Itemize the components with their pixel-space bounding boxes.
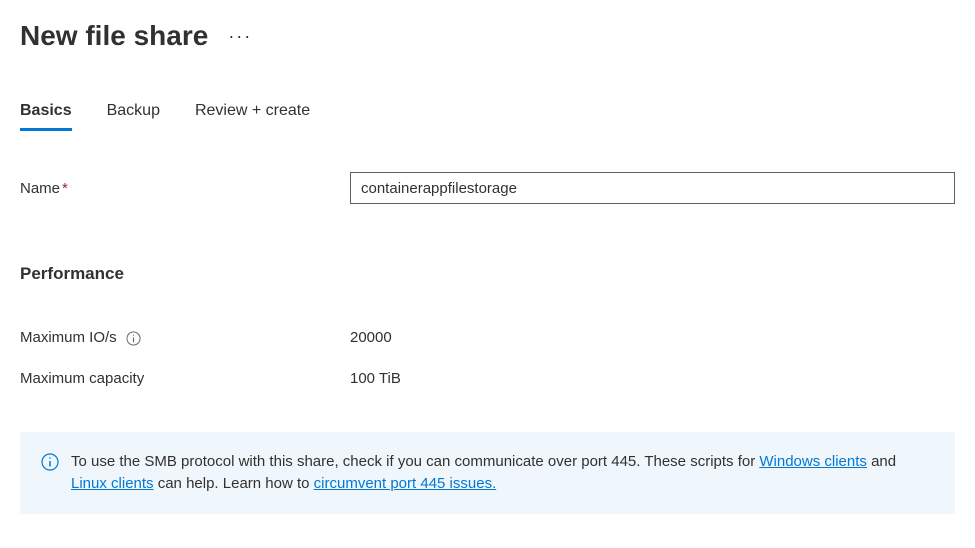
performance-heading: Performance (20, 264, 955, 284)
tab-review-create[interactable]: Review + create (195, 102, 310, 131)
info-banner: To use the SMB protocol with this share,… (20, 432, 955, 514)
more-options-icon[interactable]: ··· (228, 26, 252, 47)
tabs-container: Basics Backup Review + create (20, 102, 955, 132)
linux-clients-link[interactable]: Linux clients (71, 475, 154, 492)
name-input[interactable] (350, 172, 955, 204)
max-capacity-label: Maximum capacity (20, 370, 350, 387)
page-header: New file share ··· (20, 20, 955, 52)
circumvent-port-link[interactable]: circumvent port 445 issues. (314, 475, 497, 492)
info-text-2: and (867, 453, 896, 470)
info-text-3: can help. Learn how to (154, 475, 314, 492)
tab-basics[interactable]: Basics (20, 102, 72, 131)
required-indicator: * (62, 180, 68, 197)
info-text-1: To use the SMB protocol with this share,… (71, 453, 759, 470)
tab-backup[interactable]: Backup (107, 102, 160, 131)
max-capacity-value: 100 TiB (350, 370, 401, 387)
page-title: New file share (20, 20, 208, 52)
max-capacity-row: Maximum capacity 100 TiB (20, 370, 955, 387)
info-icon[interactable] (126, 331, 141, 346)
max-io-row: Maximum IO/s 20000 (20, 329, 955, 346)
max-io-value: 20000 (350, 329, 392, 346)
info-banner-text: To use the SMB protocol with this share,… (71, 451, 934, 495)
max-io-label: Maximum IO/s (20, 329, 350, 346)
name-label-text: Name (20, 180, 60, 197)
max-io-label-text: Maximum IO/s (20, 329, 117, 346)
windows-clients-link[interactable]: Windows clients (759, 453, 867, 470)
name-label: Name* (20, 180, 350, 197)
info-banner-icon (41, 453, 59, 471)
name-field-row: Name* (20, 172, 955, 204)
